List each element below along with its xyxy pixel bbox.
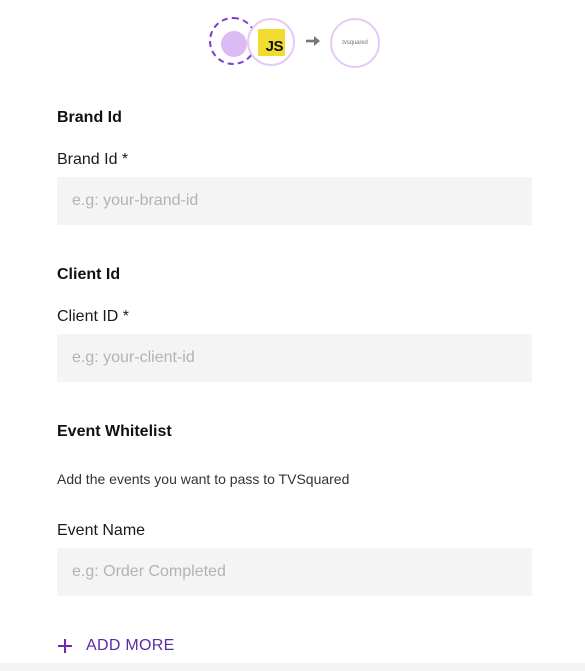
brand-id-input[interactable] xyxy=(57,177,532,225)
brand-id-field-label: Brand Id * xyxy=(57,151,129,168)
add-more-label: ADD MORE xyxy=(86,637,175,654)
event-whitelist-section-heading: Event Whitelist xyxy=(57,423,172,440)
plus-icon xyxy=(58,639,72,653)
page-bottom-edge xyxy=(0,663,585,671)
arrow-right-icon xyxy=(306,36,320,46)
tvsquared-logo-text: tvsquared xyxy=(342,40,368,46)
event-whitelist-helper-text: Add the events you want to pass to TVSqu… xyxy=(57,471,350,487)
client-id-section-heading: Client Id xyxy=(57,266,121,283)
add-more-button[interactable]: ADD MORE xyxy=(57,637,175,655)
event-name-input[interactable] xyxy=(57,548,532,596)
client-id-input[interactable] xyxy=(57,334,532,382)
event-name-field-label: Event Name xyxy=(57,522,146,539)
tvsquared-destination-icon: tvsquared xyxy=(330,18,380,68)
client-id-field-label: Client ID * xyxy=(57,308,130,325)
source-placeholder-dot xyxy=(221,31,247,57)
brand-id-section-heading: Brand Id xyxy=(57,109,122,126)
javascript-source-icon: JS xyxy=(247,18,295,66)
js-logo-badge: JS xyxy=(258,29,285,56)
integration-header: JS tvsquared xyxy=(209,17,384,69)
